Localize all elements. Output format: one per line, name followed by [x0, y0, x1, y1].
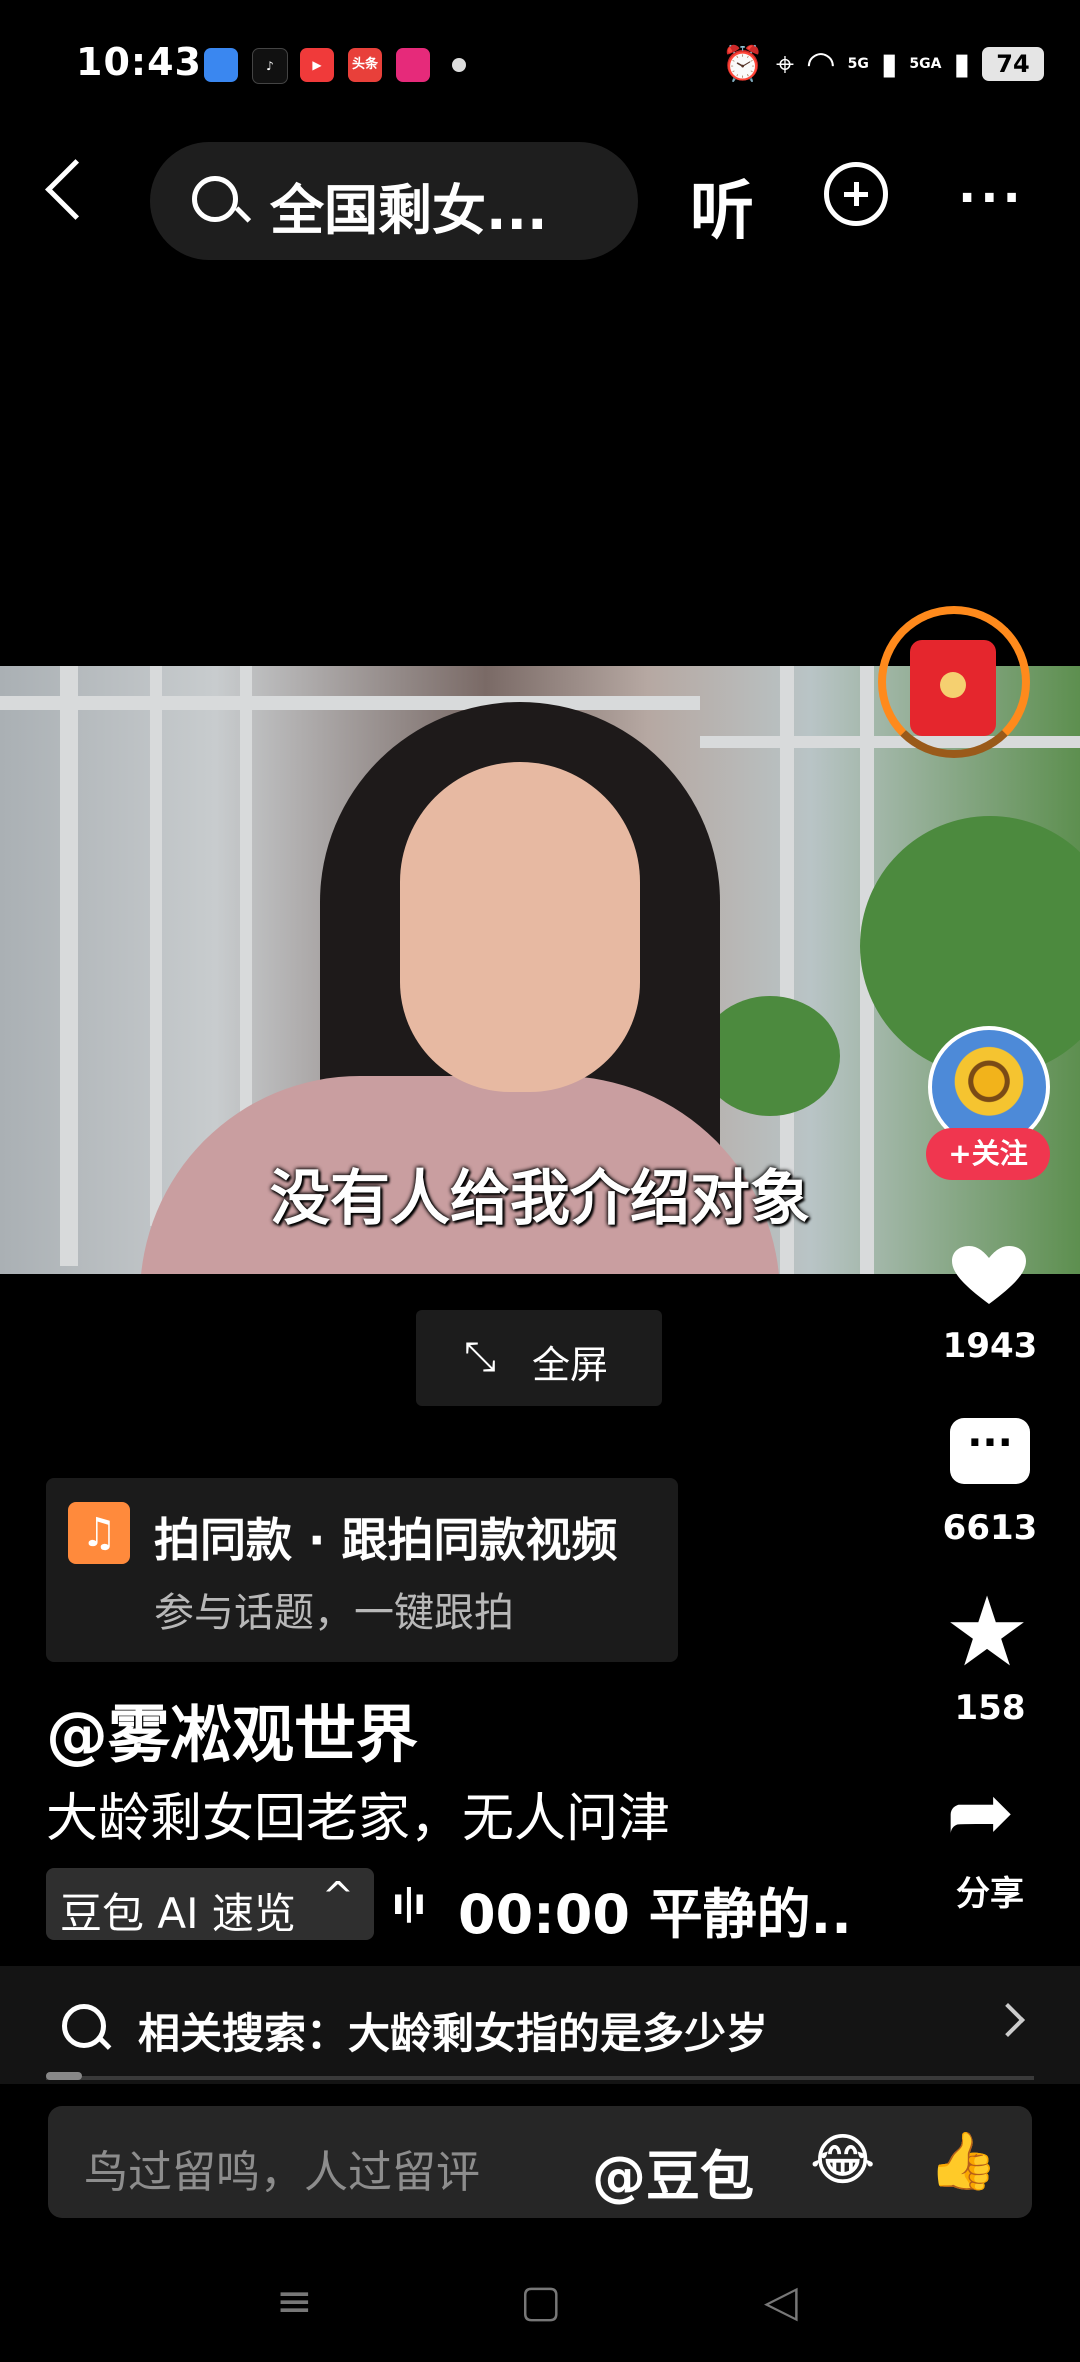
toutiao-icon: 头条: [348, 48, 382, 82]
more-icon[interactable]: ···: [958, 170, 1025, 226]
comment-placeholder[interactable]: 鸟过留鸣，人过留评: [84, 2136, 480, 2200]
blue-app-icon: [204, 48, 238, 82]
share-icon[interactable]: ➦: [946, 1772, 1015, 1854]
window-bar: [150, 666, 162, 1226]
signal-bars-icon: ▮: [880, 46, 898, 82]
add-icon[interactable]: [824, 162, 888, 226]
wifi-icon: ◠: [805, 44, 836, 84]
share-label[interactable]: 分享: [920, 1866, 1060, 1915]
home-icon[interactable]: ▢: [520, 2276, 562, 2327]
comment-count: 6613: [942, 1508, 1038, 1548]
ai-summary-text[interactable]: 00:00 平静的..: [458, 1870, 852, 1949]
signal-bars-icon-2: ▮: [953, 46, 970, 82]
heart-icon[interactable]: [952, 1246, 1026, 1306]
audio-wave-icon: ı|ı: [392, 1882, 426, 1923]
window-bar: [700, 736, 1080, 748]
signal-5g: 5G: [847, 56, 869, 72]
notification-dot-icon: [452, 58, 466, 72]
window-bar: [0, 696, 700, 710]
search-icon: [192, 176, 238, 222]
chevron-up-icon: ^: [322, 1874, 354, 1918]
video-progress-track[interactable]: [46, 2076, 1034, 2080]
alarm-icon: ⏰: [721, 44, 764, 84]
menu-icon[interactable]: ≡: [276, 2276, 313, 2327]
status-right: ⏰ ⌖ ◠ 5G ▮ 5GA ▮ 74: [722, 44, 1044, 84]
video-description: 大龄剩女回老家，无人问津: [46, 1789, 671, 1849]
fullscreen-label: 全屏: [532, 1343, 609, 1387]
tiktok-icon: ♪: [252, 48, 288, 84]
status-time: 10:43: [76, 40, 202, 84]
location-icon: ⌖: [775, 44, 794, 83]
favorite-icon[interactable]: ★: [944, 1584, 1030, 1680]
follow-button[interactable]: +关注: [926, 1128, 1050, 1180]
back-nav-icon[interactable]: ◁: [764, 2276, 798, 2327]
video-progress-thumb[interactable]: [46, 2072, 82, 2080]
ai-summary-label: 豆包 AI 速览: [60, 1889, 296, 1938]
same-style-title: 拍同款 · 跟拍同款视频: [154, 1513, 618, 1567]
tree: [700, 996, 840, 1116]
video-subtitle: 没有人给我介绍对象: [270, 1164, 810, 1234]
related-search-text[interactable]: 相关搜索：大龄剩女指的是多少岁: [138, 2000, 768, 2061]
comment-dots: ···: [967, 1420, 1013, 1466]
listen-button[interactable]: 听: [690, 160, 754, 252]
vip-app-icon: [396, 48, 430, 82]
fullscreen-icon: ⤡: [464, 1334, 496, 1380]
like-count: 1943: [942, 1326, 1038, 1366]
back-icon[interactable]: [45, 159, 106, 220]
mention-doubao-button[interactable]: @豆包: [592, 2132, 754, 2211]
same-style-subtitle: 参与话题，一键跟拍: [154, 1590, 514, 1636]
search-text[interactable]: 全国剩女...: [270, 166, 548, 245]
laugh-emoji-icon[interactable]: 😂: [810, 2128, 875, 2193]
battery-indicator: 74: [982, 47, 1044, 81]
author-name[interactable]: @雾凇观世界: [46, 1684, 418, 1774]
favorite-count: 158: [954, 1688, 1026, 1728]
red-packet-seal: [940, 672, 966, 698]
thumbs-up-emoji-icon[interactable]: 👍: [928, 2128, 998, 2194]
comment-icon[interactable]: ···: [950, 1418, 1030, 1484]
music-icon: ♫: [68, 1502, 130, 1564]
signal-5ga: 5GA: [909, 56, 942, 72]
video-app-icon: ▶: [300, 48, 334, 82]
person-face: [400, 762, 640, 1092]
